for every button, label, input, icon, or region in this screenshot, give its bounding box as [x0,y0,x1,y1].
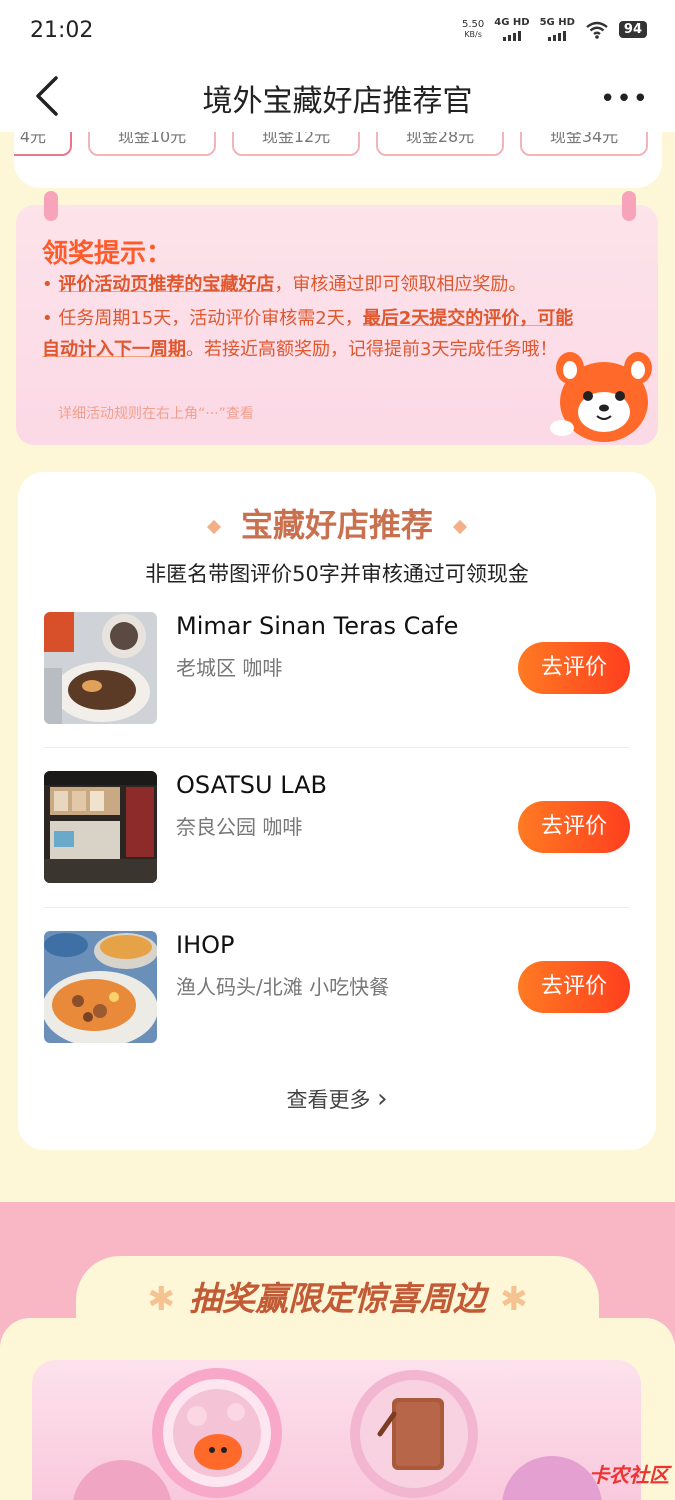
divider [44,907,630,908]
network-speed: 5.50 KB/s [461,18,485,39]
page-title: 境外宝藏好店推荐官 [202,84,473,119]
star-icon: ✱ [147,1279,175,1318]
signal-4g: 4G HD [494,18,530,41]
shop-list-item[interactable]: Mimar Sinan Teras Cafe 老城区 咖啡 去评价 [44,612,630,747]
shop-name: OSATSU LAB [176,771,328,799]
tip-line-1: • 评价活动页推荐的宝藏好店，审核通过即可领取相应奖励。 [42,274,527,295]
shop-photo [44,931,157,1043]
signal-5g: 5G HD [540,18,575,41]
app-header: 境外宝藏好店推荐官 ••• [0,62,675,132]
divider [44,747,630,748]
signal-bars-icon [502,29,521,41]
watermark-logo: 卡农社区 [589,1463,669,1487]
see-more-link[interactable]: 查看更多 › [18,1084,656,1114]
shop-name: IHOP [176,931,235,959]
prize-notebook-image[interactable] [350,1370,478,1498]
cash-option[interactable]: 现金10元 [88,132,216,156]
shop-meta: 老城区 咖啡 [176,656,283,680]
more-menu-icon[interactable]: ••• [600,84,649,114]
section-title: 宝藏好店推荐 [18,500,656,546]
lottery-title: ✱ 抽奖赢限定惊喜周边 ✱ [147,1279,528,1318]
shop-meta: 奈良公园 咖啡 [176,815,303,839]
diamond-icon [452,519,468,535]
review-button[interactable]: 去评价 [518,642,630,694]
shop-meta: 渔人码头/北滩 小吃快餐 [176,975,390,999]
cash-option[interactable]: 现金12元 [232,132,360,156]
shop-photo [44,612,157,724]
star-icon: ✱ [500,1279,528,1318]
pin-decoration [622,191,636,221]
pin-decoration [44,191,58,221]
tip-line-2: • 任务周期15天，活动评价审核需2天，最后2天提交的评价，可能自动计入下一周期… [42,308,574,360]
signal-bars-icon [548,29,567,41]
status-icons: 5.50 KB/s 4G HD 5G HD 94 [462,18,647,41]
tips-title: 领奖提示： [42,239,173,269]
diamond-icon [206,519,222,535]
cash-options-strip: 4元 现金10元 现金12元 现金28元 现金34元 [14,132,662,188]
prize-badge-image[interactable] [152,1368,282,1498]
prize-card [32,1360,641,1500]
cash-option[interactable]: 4元 [14,132,72,156]
prize-item-image[interactable] [502,1456,602,1500]
cash-option[interactable]: 现金34元 [520,132,648,156]
status-time: 21:02 [30,18,94,43]
cash-option[interactable]: 现金28元 [376,132,504,156]
shop-name: Mimar Sinan Teras Cafe [176,612,459,640]
shop-recommend-card: 宝藏好店推荐 非匿名带图评价50字并审核通过可领现金 Mimar Sinan T… [18,472,656,1150]
reward-tips-box: 领奖提示： • 评价活动页推荐的宝藏好店，审核通过即可领取相应奖励。 • 任务周… [16,191,658,445]
status-bar: 21:02 5.50 KB/s 4G HD 5G HD 94 [0,0,675,62]
shop-list-item[interactable]: IHOP 渔人码头/北滩 小吃快餐 去评价 [44,931,630,1066]
shop-photo [44,771,157,883]
review-button[interactable]: 去评价 [518,801,630,853]
wifi-icon [586,21,608,39]
shop-list-item[interactable]: OSATSU LAB 奈良公园 咖啡 去评价 [44,771,630,906]
battery-indicator: 94 [618,21,647,38]
chevron-right-icon: › [377,1084,388,1114]
tips-note: 详细活动规则在右上角“···”查看 [58,406,254,422]
section-subtitle: 非匿名带图评价50字并审核通过可领现金 [145,562,529,586]
red-panda-mascot-icon [550,352,652,442]
review-button[interactable]: 去评价 [518,961,630,1013]
